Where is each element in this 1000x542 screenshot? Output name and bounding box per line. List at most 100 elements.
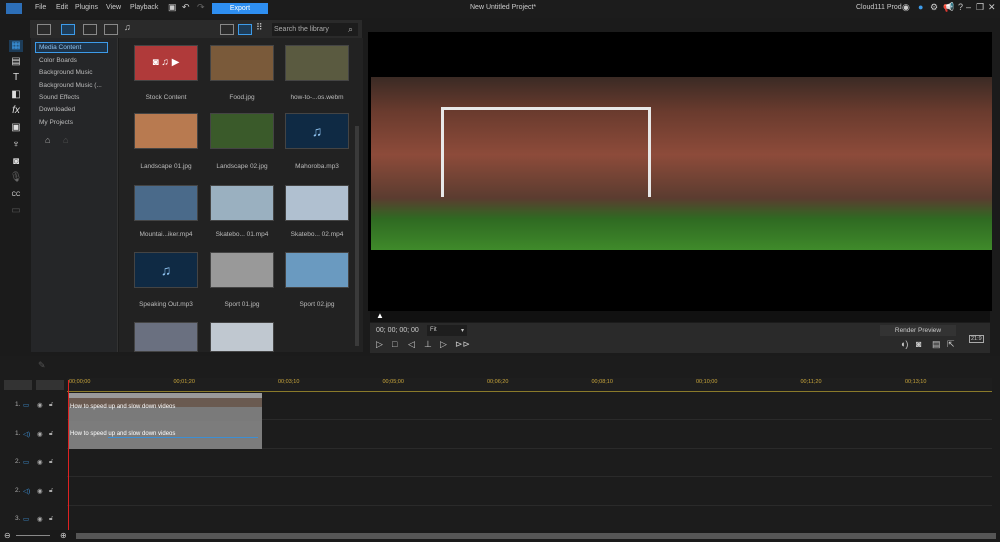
import-icon[interactable]	[37, 24, 51, 35]
ruler-tick-label: 00;00;00	[69, 379, 91, 385]
zoom-select[interactable]: Fit ▾	[427, 325, 467, 336]
audio-clip[interactable]: How to speed up and slow down videos	[68, 421, 262, 449]
transition-room-icon[interactable]: ◧	[9, 89, 23, 101]
subtitle-room-icon[interactable]: CC	[9, 189, 23, 201]
account-icon[interactable]: ◉	[902, 2, 910, 13]
menu-edit[interactable]: Edit	[56, 4, 68, 11]
snapshot-icon[interactable]: ◙	[916, 339, 921, 349]
edit-icon[interactable]: ✎	[38, 360, 46, 371]
media-thumbnail[interactable]	[210, 185, 274, 221]
media-thumbnail[interactable]: ♫	[134, 252, 198, 288]
media-thumbnail[interactable]: ◙ ♫ ▶	[134, 45, 198, 81]
image-filter-icon[interactable]	[104, 24, 118, 35]
media-thumbnail[interactable]	[210, 322, 274, 352]
notification-icon[interactable]: ●	[918, 2, 923, 12]
eye-icon[interactable]: ◉	[37, 401, 43, 409]
megaphone-icon[interactable]: 📢	[943, 2, 954, 13]
audio-filter-icon[interactable]: ♫	[124, 22, 138, 33]
lock-icon[interactable]: 🔓︎	[49, 515, 53, 523]
track-manager-button[interactable]	[4, 380, 32, 390]
media-thumbnail[interactable]	[134, 185, 198, 221]
minimize-icon[interactable]: –	[966, 2, 971, 12]
zoom-slider[interactable]	[16, 535, 50, 536]
room-my-projects[interactable]: My Projects	[39, 119, 73, 126]
media-thumbnail[interactable]	[134, 113, 198, 149]
aspect-ratio-button[interactable]: 21:9	[969, 335, 984, 343]
media-filter-all-icon[interactable]	[61, 24, 75, 35]
media-thumbnail[interactable]: ♫	[285, 113, 349, 149]
fit-timeline-button[interactable]	[36, 380, 64, 390]
export-button[interactable]: Export	[212, 3, 268, 14]
template-room-icon[interactable]: ▤	[9, 56, 23, 68]
menu-view[interactable]: View	[106, 4, 121, 11]
media-thumbnail[interactable]	[285, 45, 349, 81]
redo-icon[interactable]: ↷	[197, 2, 205, 13]
video-filter-icon[interactable]	[83, 24, 97, 35]
zoom-out-icon[interactable]: ⊖	[4, 531, 11, 540]
list-view-icon[interactable]	[220, 24, 234, 35]
video-clip[interactable]: How to speed up and slow down videos	[68, 393, 262, 421]
menu-file[interactable]: File	[35, 4, 46, 11]
small-grid-icon[interactable]: ⠿	[256, 22, 270, 33]
add-tag-icon[interactable]: ⌂	[45, 135, 50, 145]
chapter-room-icon[interactable]: ▭	[9, 205, 23, 217]
grid-view-icon[interactable]	[238, 24, 252, 35]
volume-icon[interactable]: ◖)	[900, 339, 908, 349]
particle-room-icon[interactable]: ♆	[9, 139, 23, 151]
help-icon[interactable]: ?	[958, 2, 963, 12]
eye-icon[interactable]: ◉	[37, 430, 43, 438]
media-label: Landscape 02.jpg	[216, 163, 268, 170]
preview-scrubber[interactable]: ▲	[370, 311, 990, 322]
search-icon[interactable]: ⌕	[348, 24, 353, 35]
media-thumbnail[interactable]	[285, 185, 349, 221]
search-input[interactable]: Search the library	[272, 23, 358, 36]
lock-icon[interactable]: 🔓︎	[49, 487, 53, 495]
settings-icon[interactable]: ⚙	[930, 2, 938, 13]
voice-room-icon[interactable]: ◙	[9, 156, 23, 168]
lock-icon[interactable]: 🔓︎	[49, 458, 53, 466]
undo-icon[interactable]: ↶	[182, 2, 190, 13]
timeline-ruler[interactable]: 00;00;00 00;01;20 00;03;10 00;05;00 00;06;20…	[67, 378, 992, 392]
save-icon[interactable]: ▣	[168, 2, 177, 13]
undock-icon[interactable]: ⇱	[947, 339, 955, 350]
room-background-music[interactable]: Background Music	[39, 69, 92, 76]
play-icon[interactable]: ▷	[376, 339, 383, 350]
lock-icon[interactable]: 🔓︎	[49, 430, 53, 438]
close-icon[interactable]: ✕	[988, 2, 996, 13]
menu-playback[interactable]: Playback	[130, 4, 158, 11]
take-snapshot-icon[interactable]: ⊥	[424, 339, 432, 350]
room-sound-effects[interactable]: Sound Effects	[39, 94, 79, 101]
media-thumbnail[interactable]	[210, 252, 274, 288]
media-thumbnail[interactable]	[210, 45, 274, 81]
prev-frame-icon[interactable]: ◁	[408, 339, 415, 350]
restore-icon[interactable]: ❐	[976, 2, 984, 13]
timecode[interactable]: 00; 00; 00; 00	[376, 327, 419, 334]
stop-icon[interactable]: □	[392, 339, 397, 349]
subtitle-display-icon[interactable]: ▤	[932, 339, 941, 350]
mic-icon[interactable]: 🎙	[9, 172, 23, 184]
scrubber-handle[interactable]: ▲	[376, 311, 384, 320]
next-frame-icon[interactable]: ▷	[440, 339, 447, 350]
remove-tag-icon[interactable]: ⌂	[63, 135, 68, 145]
media-thumbnail[interactable]	[134, 322, 198, 352]
eye-icon[interactable]: ◉	[37, 515, 43, 523]
render-preview-button[interactable]: Render Preview	[880, 325, 956, 336]
media-thumbnail[interactable]	[285, 252, 349, 288]
room-background-music-2[interactable]: Background Music (...	[39, 82, 102, 89]
playhead[interactable]	[68, 380, 69, 538]
eye-icon[interactable]: ◉	[37, 487, 43, 495]
room-media-content[interactable]: Media Content	[39, 44, 81, 51]
menu-plugins[interactable]: Plugins	[75, 4, 98, 11]
media-room-icon[interactable]: ▦	[9, 40, 23, 52]
title-room-icon[interactable]: T	[9, 72, 23, 84]
fx-room-icon[interactable]: fx	[9, 105, 23, 117]
room-color-boards[interactable]: Color Boards	[39, 57, 77, 64]
zoom-in-icon[interactable]: ⊕	[60, 531, 67, 540]
lock-icon[interactable]: 🔓︎	[49, 401, 53, 409]
room-downloaded[interactable]: Downloaded	[39, 106, 75, 113]
pip-room-icon[interactable]: ▣	[9, 122, 23, 134]
fast-forward-icon[interactable]: ⊳⊳	[455, 339, 470, 350]
media-thumbnail[interactable]	[210, 113, 274, 149]
eye-icon[interactable]: ◉	[37, 458, 43, 466]
horizontal-scrollbar[interactable]	[76, 533, 996, 539]
